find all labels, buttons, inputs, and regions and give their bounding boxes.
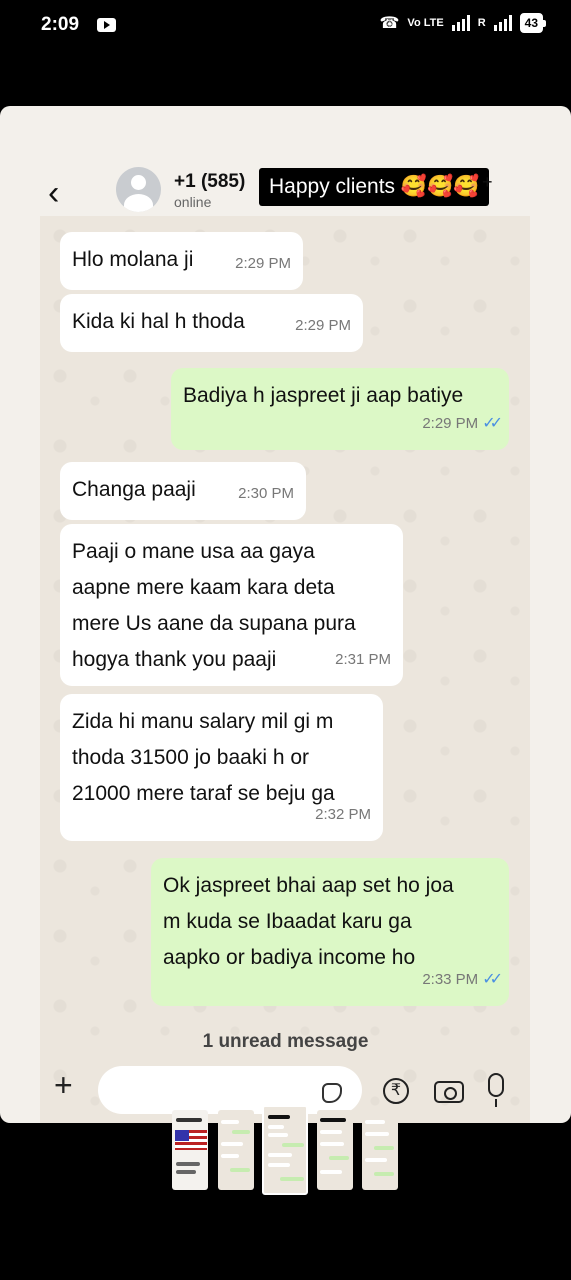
signal-icon — [451, 15, 470, 31]
thumbnail-strip — [0, 1105, 571, 1200]
read-receipt-icon: ✓✓ — [482, 971, 503, 988]
back-arrow-icon[interactable]: ‹ — [48, 176, 59, 210]
message-time: 2:30 PM — [238, 485, 294, 502]
read-receipt-icon: ✓✓ — [482, 415, 503, 432]
camera-icon[interactable] — [434, 1081, 464, 1103]
signal-icon-2 — [493, 15, 512, 31]
message-text: Zida hi manu salary mil gi m thoda 31500… — [72, 710, 335, 805]
wifi-call-icon: ☎ — [379, 15, 400, 32]
message-bubble[interactable]: Zida hi manu salary mil gi m thoda 31500… — [60, 694, 383, 841]
avatar[interactable] — [116, 167, 161, 212]
message-bubble[interactable]: Badiya h jaspreet ji aap batiye 2:29 PM ✓… — [171, 368, 509, 450]
message-bubble[interactable]: Changa paaji 2:30 PM — [60, 462, 306, 520]
chat-screenshot: ‹ +1 (585) online Happy clients 🥰🥰🥰 + Hl… — [0, 106, 571, 1123]
plus-icon[interactable]: + — [54, 1067, 73, 1104]
message-bubble[interactable]: Ok jaspreet bhai aap set ho joa m kuda s… — [151, 858, 509, 1006]
thumbnail-1[interactable] — [172, 1110, 208, 1190]
message-time: 2:29 PM — [235, 255, 291, 272]
caption-overlay: Happy clients 🥰🥰🥰 — [259, 168, 490, 206]
chat-header: ‹ +1 (585) online Happy clients 🥰🥰🥰 + — [0, 106, 571, 216]
message-time: 2:29 PM — [422, 415, 479, 432]
message-time: 2:29 PM — [295, 317, 351, 334]
roaming-label: R — [477, 17, 486, 29]
message-bubble[interactable]: Paaji o mane usa aa gaya aapne mere kaam… — [60, 524, 403, 686]
battery-icon: 43 — [519, 13, 547, 33]
status-bar: 2:09 ☎ Vo LTE R 43 — [0, 0, 571, 52]
message-meta: 2:33 PM ✓✓ — [422, 962, 503, 998]
us-flag-icon — [175, 1130, 207, 1150]
contact-name[interactable]: +1 (585) — [174, 171, 245, 193]
message-meta: 2:29 PM ✓✓ — [422, 406, 503, 442]
rupee-icon[interactable]: ₹ — [383, 1078, 409, 1104]
message-bubble[interactable]: Hlo molana ji 2:29 PM — [60, 232, 303, 290]
message-text: Ok jaspreet bhai aap set ho joa m kuda s… — [163, 874, 454, 969]
message-time: 2:33 PM — [422, 971, 479, 988]
thumbnail-3-current[interactable] — [262, 1105, 308, 1195]
status-icons: ☎ Vo LTE R 43 — [379, 13, 547, 33]
unread-banner: 1 unread message — [202, 1031, 369, 1052]
mic-icon[interactable] — [488, 1073, 504, 1107]
contact-status: online — [174, 194, 212, 210]
thumbnail-2[interactable] — [218, 1110, 254, 1190]
message-bubble[interactable]: Kida ki hal h thoda 2:29 PM — [60, 294, 363, 352]
add-icon: + — [482, 172, 493, 192]
thumbnail-5[interactable] — [362, 1110, 398, 1190]
message-time: 2:31 PM — [335, 651, 391, 668]
message-time: 2:32 PM — [315, 806, 371, 823]
thumbnail-4[interactable] — [317, 1110, 353, 1190]
status-time: 2:09 — [41, 14, 80, 35]
network-label: Vo LTE — [407, 17, 444, 29]
youtube-notification-icon — [97, 18, 116, 32]
